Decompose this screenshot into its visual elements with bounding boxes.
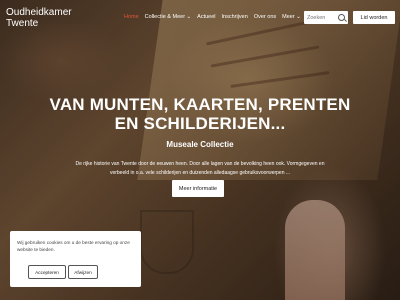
- hero-description: De rijke historie van Twente door de eeu…: [30, 160, 370, 178]
- hero-description-line-1: De rijke historie van Twente door de eeu…: [75, 161, 325, 167]
- nav-item-collectie[interactable]: Collectie & Meer ⌄: [145, 14, 191, 20]
- nav-item-over-ons[interactable]: Over ons: [254, 14, 276, 20]
- search-input[interactable]: [307, 13, 335, 22]
- hero-title-line-1: VAN MUNTEN, KAARTEN, PRENTEN: [49, 95, 351, 114]
- search-box: [304, 11, 348, 24]
- hero-title-line-2: EN SCHILDERIJEN...: [114, 114, 286, 133]
- cookie-reject-button[interactable]: Afwijzen: [68, 265, 98, 279]
- cookie-message: Wij gebruiken cookies om u de beste erva…: [17, 240, 130, 252]
- main-nav: Home Collectie & Meer ⌄ Actueel Inschrij…: [124, 14, 301, 20]
- nav-item-inschrijven[interactable]: Inschrijven: [222, 14, 248, 20]
- hero-description-line-2: verbeeld in o.a. vele schilderijen en du…: [109, 170, 291, 176]
- nav-item-actueel[interactable]: Actueel: [197, 14, 215, 20]
- search-icon[interactable]: [338, 14, 345, 21]
- site-logo[interactable]: Oudheidkamer Twente: [6, 7, 72, 29]
- more-info-button[interactable]: Meer informatie: [172, 180, 224, 197]
- site-header: Oudheidkamer Twente Home Collectie & Mee…: [0, 0, 400, 36]
- join-button[interactable]: Lid worden: [353, 11, 395, 24]
- hero-subtitle: Museale Collectie: [166, 140, 234, 149]
- logo-line-2: Twente: [6, 18, 39, 29]
- nav-item-home[interactable]: Home: [124, 14, 139, 20]
- nav-item-meer[interactable]: Meer ⌄: [282, 14, 301, 20]
- cookie-accept-button[interactable]: Accepteren: [28, 265, 66, 279]
- logo-line-1: Oudheidkamer: [6, 7, 72, 18]
- cookie-banner: Wij gebruiken cookies om u de beste erva…: [10, 231, 141, 287]
